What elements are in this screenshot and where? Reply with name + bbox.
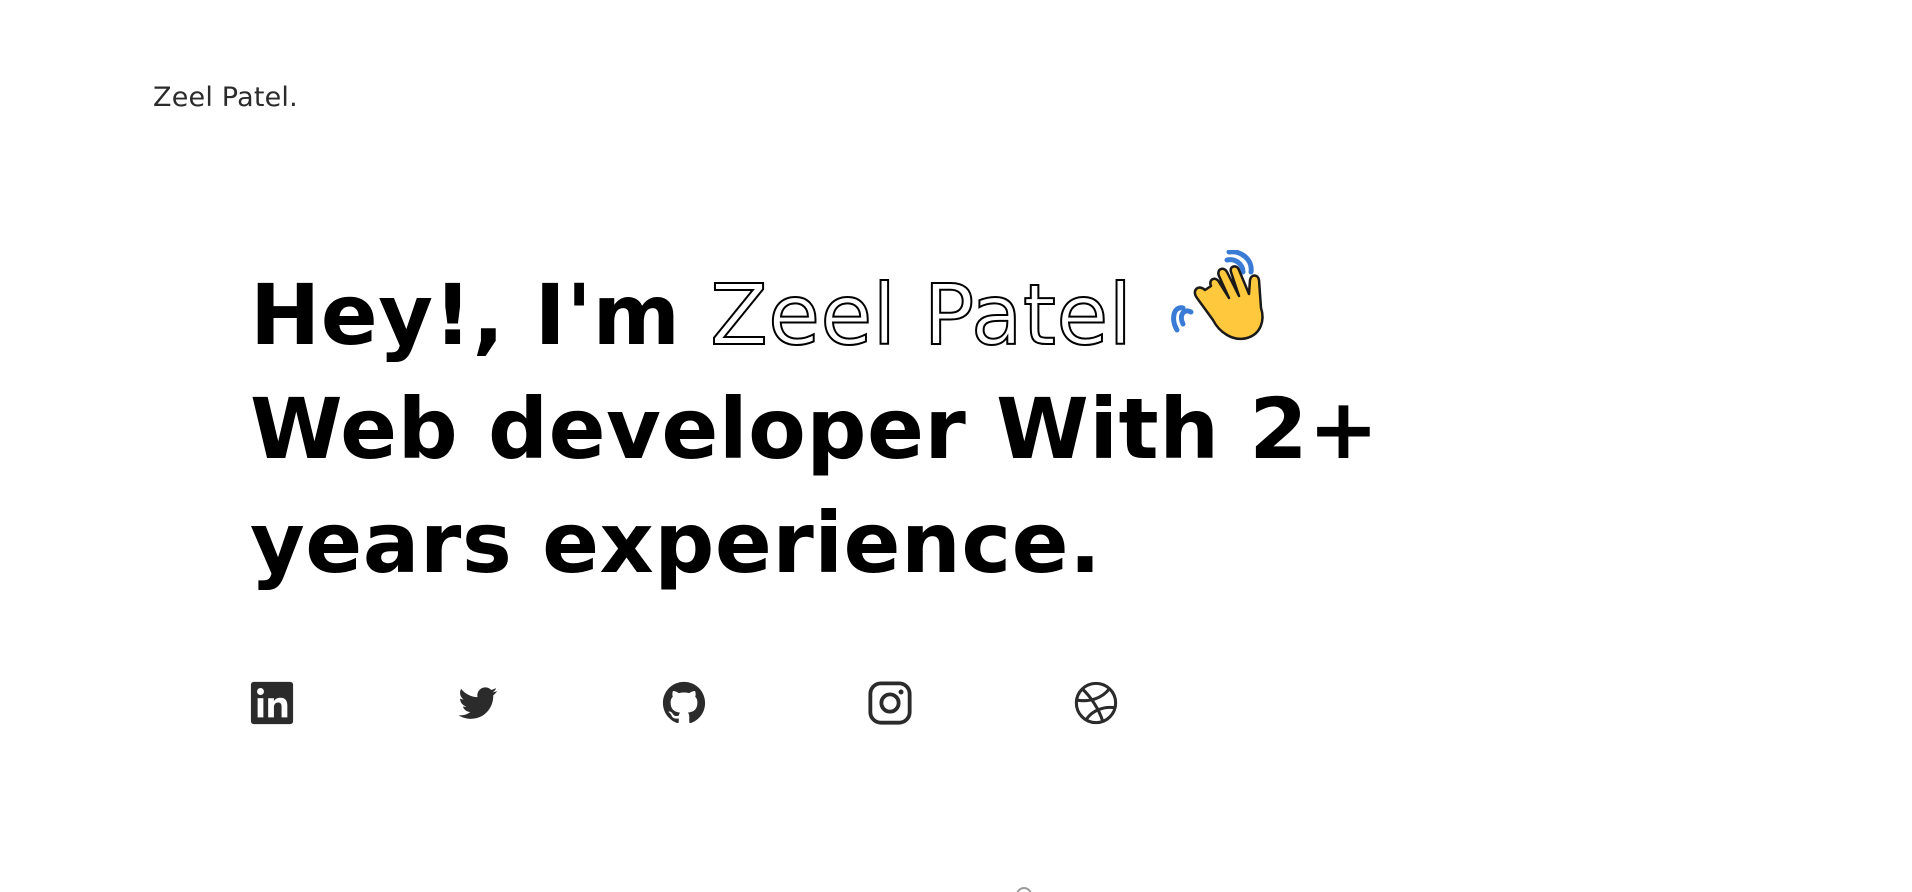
page: Zeel Patel. Hey!, I'm Zeel Patel Web dev…	[0, 0, 1912, 892]
github-link[interactable]	[661, 680, 707, 726]
twitter-icon	[458, 687, 498, 719]
hero-line-2: Web developer With 2+	[250, 380, 1380, 478]
hero-line-1: Hey!, I'm Zeel Patel	[250, 249, 1350, 372]
linkedin-link[interactable]	[249, 680, 295, 726]
hero-name-outline: Zeel Patel	[709, 265, 1133, 365]
social-links	[249, 680, 1119, 726]
hero-section: Hey!, I'm Zeel Patel Web developer With …	[250, 249, 1380, 600]
twitter-link[interactable]	[455, 680, 501, 726]
instagram-icon	[868, 681, 912, 725]
linkedin-icon	[250, 681, 294, 725]
hero-heading: Hey!, I'm Zeel Patel Web developer With …	[250, 249, 1380, 600]
scroll-indicator	[1016, 887, 1032, 892]
instagram-link[interactable]	[867, 680, 913, 726]
dribbble-link[interactable]	[1073, 680, 1119, 726]
hero-greeting: Hey!, I'm	[250, 266, 711, 364]
dribbble-icon	[1074, 681, 1118, 725]
waving-hand-icon	[1169, 249, 1269, 350]
brand-logo-link[interactable]: Zeel Patel.	[153, 82, 298, 113]
github-icon	[662, 681, 706, 724]
hero-line-3: years experience.	[250, 494, 1102, 592]
